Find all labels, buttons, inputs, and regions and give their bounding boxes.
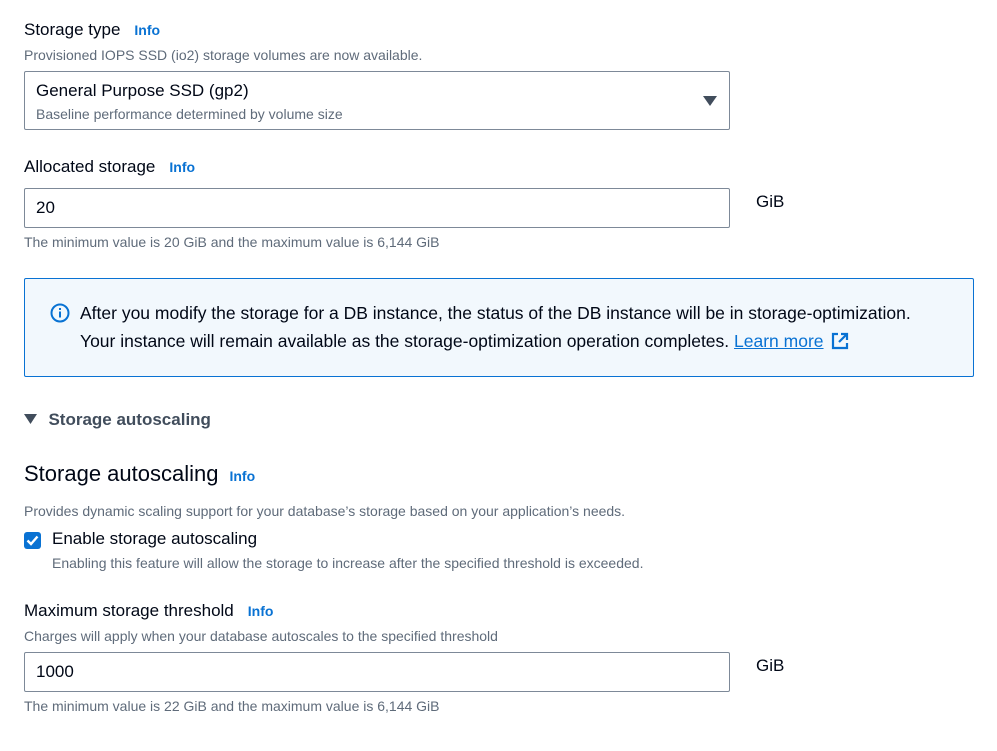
storage-type-selected-description: Baseline performance determined by volum… <box>36 106 343 122</box>
max-threshold-info-link[interactable]: Info <box>248 603 274 619</box>
storage-optimization-alert: After you modify the storage for a DB in… <box>24 278 974 377</box>
storage-type-label: Storage type <box>24 20 121 39</box>
allocated-storage-input[interactable] <box>24 188 730 228</box>
external-link-icon[interactable] <box>831 332 849 350</box>
caret-down-icon <box>703 96 717 106</box>
alert-line-2-row: Your instance will remain available as t… <box>80 327 965 355</box>
alert-content: After you modify the storage for a DB in… <box>80 299 965 355</box>
allocated-storage-header: Allocated storage Info <box>24 157 195 177</box>
storage-type-header: Storage type Info <box>24 20 160 40</box>
storage-autoscaling-info-link[interactable]: Info <box>229 468 255 484</box>
alert-line-1: After you modify the storage for a DB in… <box>80 303 911 323</box>
max-threshold-constraint: The minimum value is 22 GiB and the maxi… <box>24 698 440 714</box>
max-threshold-description: Charges will apply when your database au… <box>24 628 498 644</box>
storage-autoscaling-toggle[interactable]: Storage autoscaling <box>24 410 211 430</box>
max-threshold-header: Maximum storage threshold Info <box>24 601 273 621</box>
storage-type-select[interactable]: General Purpose SSD (gp2) Baseline perfo… <box>24 71 730 130</box>
enable-autoscaling-description: Enabling this feature will allow the sto… <box>52 555 644 571</box>
max-threshold-label: Maximum storage threshold <box>24 601 234 620</box>
storage-autoscaling-description: Provides dynamic scaling support for you… <box>24 503 626 519</box>
enable-autoscaling-label[interactable]: Enable storage autoscaling <box>52 529 257 549</box>
allocated-storage-info-link[interactable]: Info <box>169 159 195 175</box>
learn-more-link[interactable]: Learn more <box>734 331 824 351</box>
allocated-storage-constraint: The minimum value is 20 GiB and the maxi… <box>24 234 440 250</box>
caret-down-icon <box>24 414 37 424</box>
storage-type-selected-value: General Purpose SSD (gp2) <box>36 81 249 100</box>
storage-type-description: Provisioned IOPS SSD (io2) storage volum… <box>24 47 423 63</box>
storage-type-info-link[interactable]: Info <box>134 22 160 38</box>
max-threshold-input[interactable] <box>24 652 730 692</box>
allocated-storage-unit: GiB <box>756 192 785 211</box>
info-circle-icon <box>50 303 70 323</box>
alert-line-2: Your instance will remain available as t… <box>80 331 730 351</box>
checkmark-icon <box>26 535 39 546</box>
enable-autoscaling-checkbox[interactable] <box>24 532 41 549</box>
storage-autoscaling-toggle-label: Storage autoscaling <box>48 410 211 429</box>
storage-autoscaling-heading-row: Storage autoscaling Info <box>24 461 255 487</box>
max-threshold-unit: GiB <box>756 656 785 675</box>
storage-autoscaling-heading: Storage autoscaling <box>24 461 219 486</box>
allocated-storage-label: Allocated storage <box>24 157 156 176</box>
